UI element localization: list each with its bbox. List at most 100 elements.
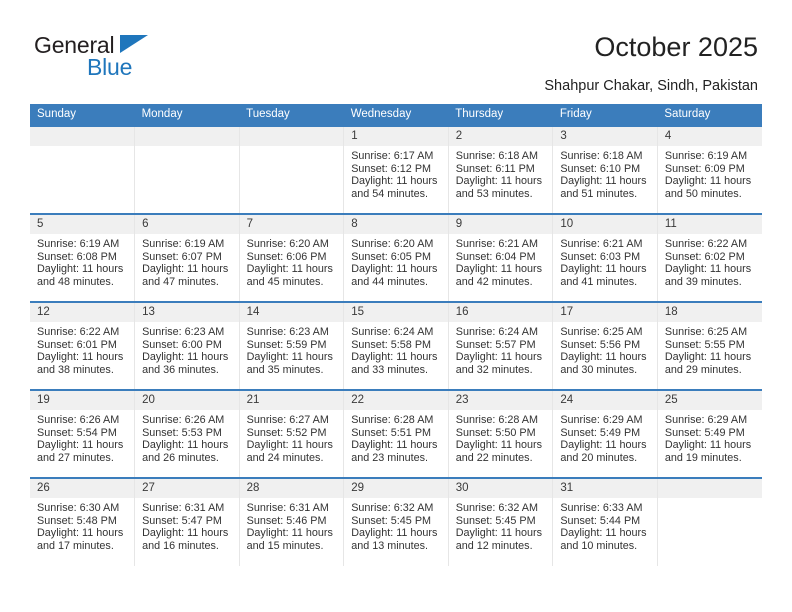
day-number: 9 <box>448 215 553 234</box>
day-sun-info: Sunrise: 6:32 AM Sunset: 5:45 PM Daylight:… <box>344 498 448 552</box>
calendar-day-cell[interactable]: 21 Sunrise: 6:27 AM Sunset: 5:52 PM Dayligh… <box>239 389 345 478</box>
calendar-day-cell[interactable]: 9 Sunrise: 6:21 AM Sunset: 6:04 PM Daylight… <box>448 213 554 302</box>
calendar-day-cell[interactable]: 16 Sunrise: 6:24 AM Sunset: 5:57 PM Dayligh… <box>448 301 554 390</box>
calendar-day-cell[interactable]: 22 Sunrise: 6:28 AM Sunset: 5:51 PM Dayligh… <box>343 389 449 478</box>
day-sun-info: Sunrise: 6:24 AM Sunset: 5:58 PM Daylight:… <box>344 322 448 376</box>
daylight-text-line2: and 39 minutes. <box>664 275 742 288</box>
calendar-day-cell[interactable]: 29 Sunrise: 6:32 AM Sunset: 5:45 PM Dayligh… <box>343 477 449 566</box>
sunset-text: Sunset: 6:09 PM <box>664 162 745 175</box>
calendar-day-cell[interactable]: 8 Sunrise: 6:20 AM Sunset: 6:05 PM Daylight… <box>343 213 449 302</box>
day-sun-info: Sunrise: 6:22 AM Sunset: 6:01 PM Daylight:… <box>30 322 134 376</box>
calendar-day-cell[interactable]: 31 Sunrise: 6:33 AM Sunset: 5:44 PM Dayligh… <box>552 477 658 566</box>
calendar-day-cell[interactable]: 19 Sunrise: 6:26 AM Sunset: 5:54 PM Dayligh… <box>30 389 136 478</box>
daylight-text-line1: Daylight: 11 hours <box>351 263 438 276</box>
calendar-day-cell[interactable]: 23 Sunrise: 6:28 AM Sunset: 5:50 PM Dayligh… <box>448 389 554 478</box>
day-sun-info: Sunrise: 6:25 AM Sunset: 5:56 PM Daylight:… <box>553 322 657 376</box>
sunset-text: Sunset: 6:06 PM <box>246 250 327 263</box>
calendar-day-cell[interactable]: 20 Sunrise: 6:26 AM Sunset: 5:53 PM Dayligh… <box>134 389 240 478</box>
daylight-text-line2: and 27 minutes. <box>37 451 114 464</box>
day-number: 12 <box>30 303 135 322</box>
sunrise-text: Sunrise: 6:32 AM <box>351 502 434 514</box>
day-sun-info: Sunrise: 6:19 AM Sunset: 6:08 PM Daylight:… <box>30 234 134 288</box>
calendar-day-cell[interactable]: 30 Sunrise: 6:32 AM Sunset: 5:45 PM Dayligh… <box>448 477 554 566</box>
calendar-empty-cell <box>239 125 345 214</box>
daylight-text-line2: and 36 minutes. <box>142 363 219 376</box>
sunset-text: Sunset: 5:53 PM <box>142 426 222 439</box>
day-number <box>239 127 344 146</box>
day-sun-info: Sunrise: 6:22 AM Sunset: 6:02 PM Daylight:… <box>658 234 762 288</box>
weekday-header-monday: Monday <box>134 104 240 126</box>
sunset-text: Sunset: 5:52 PM <box>246 426 327 439</box>
daylight-text-line2: and 16 minutes. <box>142 539 219 552</box>
calendar-day-cell[interactable]: 3 Sunrise: 6:18 AM Sunset: 6:10 PM Daylight… <box>552 125 658 214</box>
daylight-text-line1: Daylight: 11 hours <box>37 527 124 540</box>
logo-text-blue: Blue <box>87 54 133 80</box>
calendar-day-cell[interactable]: 7 Sunrise: 6:20 AM Sunset: 6:06 PM Daylight… <box>239 213 345 302</box>
daylight-text-line1: Daylight: 11 hours <box>560 439 647 452</box>
calendar-day-cell[interactable]: 18 Sunrise: 6:25 AM Sunset: 5:55 PM Dayligh… <box>657 301 762 390</box>
calendar-day-cell[interactable]: 12 Sunrise: 6:22 AM Sunset: 6:01 PM Dayligh… <box>30 301 136 390</box>
calendar-week-row: 26 Sunrise: 6:30 AM Sunset: 5:48 PM Dayligh… <box>30 477 762 566</box>
day-sun-info: Sunrise: 6:19 AM Sunset: 6:07 PM Daylight:… <box>135 234 239 288</box>
sunset-text: Sunset: 6:11 PM <box>455 162 535 175</box>
daylight-text-line1: Daylight: 11 hours <box>142 351 229 364</box>
day-number: 29 <box>344 479 448 498</box>
sunset-text: Sunset: 5:49 PM <box>560 426 641 439</box>
daylight-text-line1: Daylight: 11 hours <box>560 351 647 364</box>
calendar-day-cell[interactable]: 2 Sunrise: 6:18 AM Sunset: 6:11 PM Daylight… <box>448 125 554 214</box>
day-number <box>657 479 762 498</box>
calendar-page: General Blue October 2025 Shahpur Chakar… <box>0 0 792 612</box>
calendar-day-cell[interactable]: 27 Sunrise: 6:31 AM Sunset: 5:47 PM Dayligh… <box>134 477 240 566</box>
daylight-text-line1: Daylight: 11 hours <box>560 527 647 540</box>
daylight-text-line1: Daylight: 11 hours <box>246 527 333 540</box>
calendar-day-cell[interactable]: 14 Sunrise: 6:23 AM Sunset: 5:59 PM Dayligh… <box>239 301 345 390</box>
daylight-text-line1: Daylight: 11 hours <box>664 263 752 276</box>
day-sun-info: Sunrise: 6:20 AM Sunset: 6:06 PM Daylight:… <box>240 234 344 288</box>
day-sun-info: Sunrise: 6:17 AM Sunset: 6:12 PM Daylight:… <box>344 146 448 200</box>
calendar-day-cell[interactable]: 28 Sunrise: 6:31 AM Sunset: 5:46 PM Dayligh… <box>239 477 345 566</box>
sunrise-text: Sunrise: 6:29 AM <box>560 414 643 426</box>
day-sun-info: Sunrise: 6:30 AM Sunset: 5:48 PM Daylight:… <box>30 498 134 552</box>
sunrise-text: Sunrise: 6:19 AM <box>142 238 225 250</box>
calendar-day-cell[interactable]: 6 Sunrise: 6:19 AM Sunset: 6:07 PM Daylight… <box>134 213 240 302</box>
calendar-day-cell[interactable]: 5 Sunrise: 6:19 AM Sunset: 6:08 PM Daylight… <box>30 213 136 302</box>
sunset-text: Sunset: 6:01 PM <box>37 338 117 351</box>
day-sun-info: Sunrise: 6:29 AM Sunset: 5:49 PM Daylight:… <box>553 410 657 464</box>
daylight-text-line2: and 19 minutes. <box>664 451 742 464</box>
calendar-day-cell[interactable]: 10 Sunrise: 6:21 AM Sunset: 6:03 PM Dayligh… <box>552 213 658 302</box>
day-number: 27 <box>135 479 239 498</box>
sunset-text: Sunset: 5:59 PM <box>246 338 327 351</box>
calendar-day-cell[interactable]: 25 Sunrise: 6:29 AM Sunset: 5:49 PM Dayligh… <box>657 389 762 478</box>
calendar-day-cell[interactable]: 24 Sunrise: 6:29 AM Sunset: 5:49 PM Dayligh… <box>552 389 658 478</box>
daylight-text-line2: and 44 minutes. <box>351 275 429 288</box>
calendar-day-cell[interactable]: 11 Sunrise: 6:22 AM Sunset: 6:02 PM Dayligh… <box>657 213 762 302</box>
page-title: October 2025 <box>594 32 758 62</box>
day-sun-info: Sunrise: 6:18 AM Sunset: 6:10 PM Daylight:… <box>553 146 657 200</box>
weekday-header-wednesday: Wednesday <box>343 104 449 126</box>
calendar-empty-cell <box>30 125 136 214</box>
calendar-day-cell[interactable]: 4 Sunrise: 6:19 AM Sunset: 6:09 PM Daylight… <box>657 125 762 214</box>
day-number: 23 <box>448 391 553 410</box>
sunset-text: Sunset: 5:45 PM <box>351 514 432 527</box>
day-sun-info: Sunrise: 6:29 AM Sunset: 5:49 PM Daylight:… <box>658 410 762 464</box>
sunrise-text: Sunrise: 6:28 AM <box>351 414 434 426</box>
daylight-text-line2: and 23 minutes. <box>351 451 429 464</box>
daylight-text-line1: Daylight: 11 hours <box>455 439 542 452</box>
calendar-day-cell[interactable]: 15 Sunrise: 6:24 AM Sunset: 5:58 PM Dayligh… <box>343 301 449 390</box>
day-number: 1 <box>344 127 448 146</box>
sunrise-text: Sunrise: 6:28 AM <box>455 414 538 426</box>
daylight-text-line2: and 53 minutes. <box>455 187 533 200</box>
calendar-day-cell[interactable]: 26 Sunrise: 6:30 AM Sunset: 5:48 PM Dayligh… <box>30 477 136 566</box>
calendar-day-cell[interactable]: 17 Sunrise: 6:25 AM Sunset: 5:56 PM Dayligh… <box>552 301 658 390</box>
daylight-text-line2: and 38 minutes. <box>37 363 114 376</box>
daylight-text-line2: and 42 minutes. <box>455 275 533 288</box>
calendar-day-cell[interactable]: 1 Sunrise: 6:17 AM Sunset: 6:12 PM Daylight… <box>343 125 449 214</box>
sunrise-text: Sunrise: 6:18 AM <box>455 150 538 162</box>
sunset-text: Sunset: 5:49 PM <box>664 426 745 439</box>
day-sun-info: Sunrise: 6:23 AM Sunset: 6:00 PM Daylight:… <box>135 322 239 376</box>
day-sun-info: Sunrise: 6:18 AM Sunset: 6:11 PM Daylight:… <box>449 146 553 200</box>
calendar-day-cell[interactable]: 13 Sunrise: 6:23 AM Sunset: 6:00 PM Dayligh… <box>134 301 240 390</box>
day-number: 6 <box>135 215 239 234</box>
day-sun-info: Sunrise: 6:27 AM Sunset: 5:52 PM Daylight:… <box>240 410 344 464</box>
day-number: 11 <box>657 215 762 234</box>
